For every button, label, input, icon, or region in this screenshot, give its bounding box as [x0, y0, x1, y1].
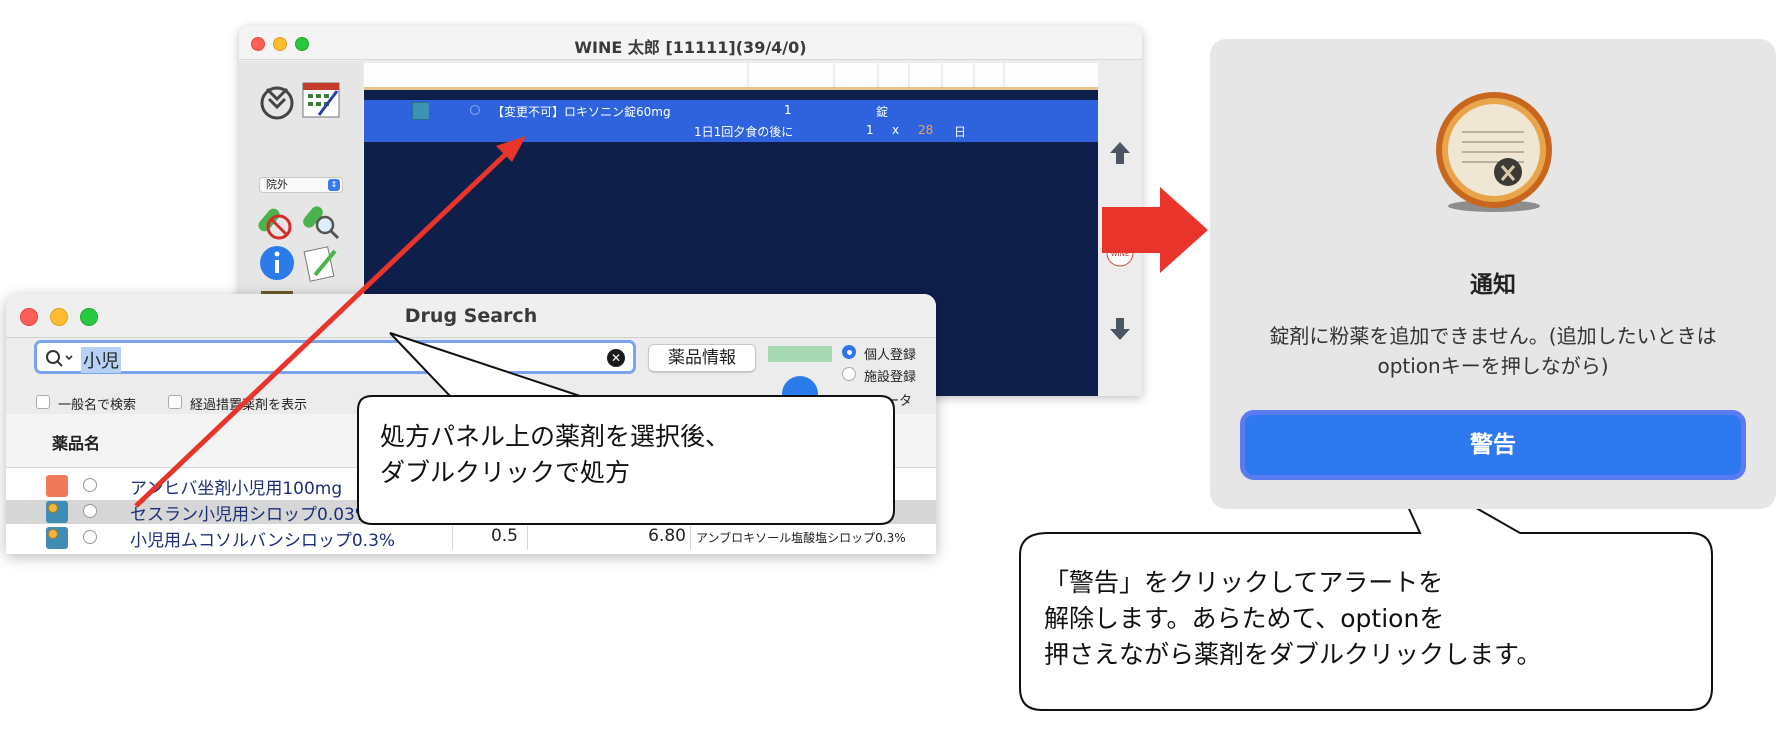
red-right-arrow: [1102, 187, 1208, 273]
warning-button[interactable]: 警告: [1240, 410, 1746, 480]
left-callout-line1: 処方パネル上の薬剤を選択後、: [380, 422, 731, 451]
right-callout-line2: 解除します。あらためて、optionを: [1044, 604, 1445, 633]
right-callout-line3: 押さえながら薬剤をダブルクリックします。: [1044, 640, 1542, 669]
notification-message: 錠剤に粉薬を追加できません。(追加したいときはoptionキーを押しながら): [1269, 324, 1717, 378]
app-icon: [1436, 92, 1552, 212]
right-callout-line1: 「警告」をクリックしてアラートを: [1044, 568, 1444, 597]
notification-title: 通知: [1470, 272, 1516, 298]
notification-dialog: 通知 錠剤に粉薬を追加できません。(追加したいときはoptionキーを押しながら…: [1210, 39, 1776, 509]
left-callout-line2: ダブルクリックで処方: [380, 458, 631, 487]
